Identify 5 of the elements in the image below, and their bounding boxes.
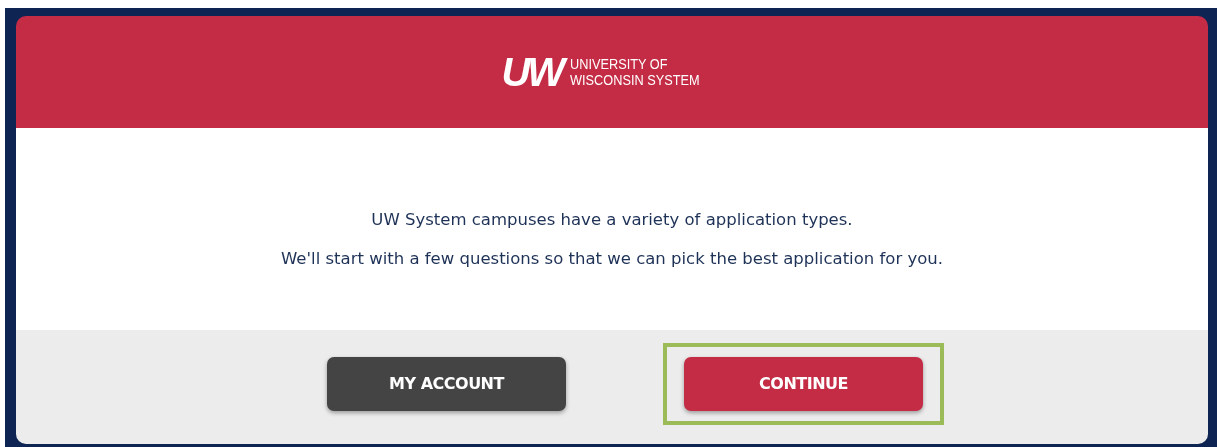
message-text: We'll start with a few questions so that we can pick the best application for you. — [281, 248, 943, 270]
message-text: UW System campuses have a variety of application types. — [371, 209, 853, 232]
account-button[interactable]: MY ACCOUNT — [327, 357, 566, 411]
continue-button[interactable]: CONTINUE — [684, 357, 923, 411]
logo-text: UNIVERSITY OF WISCONSIN SYSTEM — [570, 56, 700, 88]
